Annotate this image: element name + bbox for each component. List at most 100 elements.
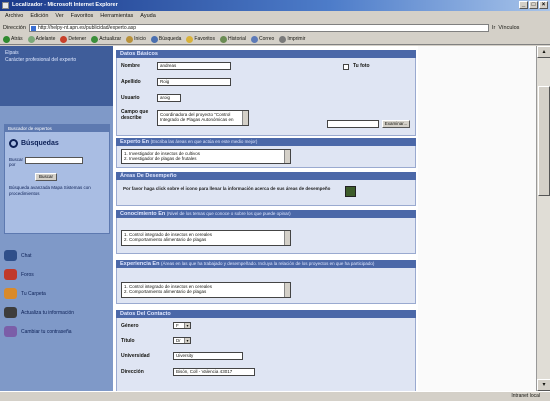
address-input[interactable]: Bisón, Coll - Valencia 43017: [173, 368, 255, 376]
contact-section: Datos Del Contacto Género F ▾ Título Dr ▾ …: [116, 310, 416, 391]
experience-textarea[interactable]: 1. Control integrado de insectos en cere…: [121, 282, 291, 298]
menu-help[interactable]: Ayuda: [140, 13, 156, 21]
contact-header: Datos Del Contacto: [116, 310, 416, 318]
basic-data-header: Datos Básicos: [116, 50, 416, 58]
chevron-down-icon: ▾: [184, 323, 190, 328]
site-header: Elpais Carácter profesional del experto: [0, 46, 113, 106]
status-bar: Intranet local: [0, 391, 550, 401]
site-tagline: Carácter profesional del experto: [5, 57, 77, 63]
address-label: Dirección: [3, 24, 26, 31]
scroll-up-arrow[interactable]: ▴: [537, 46, 550, 58]
forward-button[interactable]: Adelante: [27, 35, 55, 43]
browser-window: Localizador - Microsoft Internet Explore…: [0, 0, 550, 401]
key-icon: [4, 326, 17, 337]
search-label: Buscar por: [9, 157, 24, 167]
search-panel: Buscador de expertos Búsquedas Buscar po…: [4, 124, 110, 234]
user-input[interactable]: aroig: [157, 94, 181, 102]
minimize-button[interactable]: _: [519, 1, 528, 9]
textarea-scrollbar[interactable]: [284, 283, 290, 297]
description-label: Campo que describe: [121, 109, 149, 121]
home-icon: [126, 35, 134, 43]
title-select[interactable]: Dr ▾: [173, 337, 191, 344]
right-margin: [418, 46, 536, 391]
description-textarea[interactable]: Coordinadora del proyecto "Control Integ…: [157, 110, 249, 126]
knowledge-header: Conocimiento En (Nivel de los temas que …: [116, 210, 416, 218]
menu-favorites[interactable]: Favoritos: [71, 13, 94, 21]
search-submit-button[interactable]: Buscar: [35, 173, 57, 181]
experience-section: Experiencia En (Áreas en las que ha trab…: [116, 260, 416, 304]
nav-link-carpeta[interactable]: Tu Carpeta: [4, 284, 112, 303]
go-button[interactable]: Ir: [492, 25, 495, 31]
links-button[interactable]: Vínculos: [498, 25, 519, 31]
basic-data-section: Datos Básicos Nombre andreas Apellido Ro…: [116, 50, 416, 136]
gender-select[interactable]: F ▾: [173, 322, 191, 329]
mail-icon: [251, 35, 259, 43]
history-button[interactable]: Historial: [219, 35, 246, 43]
textarea-scrollbar[interactable]: [284, 150, 290, 163]
nav-link-password[interactable]: Cambiar tu contraseña: [4, 322, 112, 341]
scroll-thumb[interactable]: [538, 86, 550, 196]
page-icon: [30, 25, 36, 31]
stop-button[interactable]: Detener: [60, 35, 86, 43]
name-label: Nombre: [121, 63, 140, 69]
menu-bar: Archivo Edición Ver Favoritos Herramient…: [0, 11, 550, 21]
nav-links: Chat Foros Tu Carpeta Actualiza tu infor…: [4, 246, 112, 341]
back-button[interactable]: Atrás: [3, 35, 23, 43]
scroll-down-arrow[interactable]: ▾: [537, 379, 550, 391]
window-title: Localizador - Microsoft Internet Explore…: [12, 2, 118, 8]
advanced-search-link[interactable]: Búsqueda avanzada Mapa Sistemas con proc…: [9, 185, 109, 196]
menu-edit[interactable]: Edición: [30, 13, 48, 21]
refresh-icon: [91, 35, 99, 43]
browse-button[interactable]: Examinar...: [382, 120, 410, 128]
security-zone: Intranet local: [511, 393, 540, 399]
name-input[interactable]: andreas: [157, 62, 231, 70]
expert-section: Experto En (Escriba las áreas en que act…: [116, 138, 416, 168]
address-input[interactable]: http://helpy-nt.apn.es/publicidad/expert…: [28, 23, 489, 32]
forward-icon: [27, 35, 35, 43]
home-button[interactable]: Inicio: [126, 35, 146, 43]
history-icon: [219, 35, 227, 43]
university-input[interactable]: Uiversity: [173, 352, 243, 360]
favorites-button[interactable]: Favoritos: [186, 35, 215, 43]
address-label: Dirección: [121, 369, 144, 375]
vertical-scrollbar[interactable]: ▴ ▾: [536, 46, 550, 391]
search-icon: [150, 35, 158, 43]
nav-link-actualiza[interactable]: Actualiza tu información: [4, 303, 112, 322]
star-icon: [186, 35, 194, 43]
close-button[interactable]: ×: [539, 1, 548, 9]
print-icon: [279, 35, 287, 43]
textarea-scrollbar[interactable]: [284, 231, 290, 245]
textarea-scrollbar[interactable]: [242, 111, 248, 125]
search-button[interactable]: Búsqueda: [150, 35, 181, 43]
chevron-down-icon: ▾: [184, 338, 190, 343]
menu-tools[interactable]: Herramientas: [100, 13, 133, 21]
print-button[interactable]: Imprimir: [279, 35, 305, 43]
update-icon: [4, 307, 17, 318]
photo-path-input[interactable]: [327, 120, 379, 128]
nav-link-chat[interactable]: Chat: [4, 246, 112, 265]
search-input[interactable]: [25, 157, 83, 164]
mail-button[interactable]: Correo: [251, 35, 274, 43]
chat-icon: [4, 250, 17, 261]
surname-label: Apellido: [121, 79, 141, 85]
menu-file[interactable]: Archivo: [5, 13, 23, 21]
nav-link-foros[interactable]: Foros: [4, 265, 112, 284]
magnifier-icon: [9, 139, 18, 148]
site-name: Elpais: [5, 50, 19, 56]
knowledge-section: Conocimiento En (Nivel de los temas que …: [116, 210, 416, 254]
surname-input[interactable]: Roig: [157, 78, 231, 86]
refresh-button[interactable]: Actualizar: [91, 35, 121, 43]
menu-view[interactable]: Ver: [55, 13, 63, 21]
maximize-button[interactable]: □: [529, 1, 538, 9]
expert-textarea[interactable]: 1. Investigador de insectos de cultivos …: [121, 149, 291, 164]
areas-edit-icon[interactable]: [345, 186, 356, 197]
profile-form: Datos Básicos Nombre andreas Apellido Ro…: [116, 48, 416, 391]
title-bar: Localizador - Microsoft Internet Explore…: [0, 0, 550, 11]
title-label: Título: [121, 338, 135, 344]
knowledge-textarea[interactable]: 1. Control integrado de insectos en cere…: [121, 230, 291, 246]
folder-icon: [4, 288, 17, 299]
ie-icon: [2, 2, 9, 9]
search-panel-title: Búsquedas: [9, 139, 59, 148]
photo-checkbox[interactable]: [343, 64, 349, 70]
experience-header: Experiencia En (Áreas en las que ha trab…: [116, 260, 416, 268]
